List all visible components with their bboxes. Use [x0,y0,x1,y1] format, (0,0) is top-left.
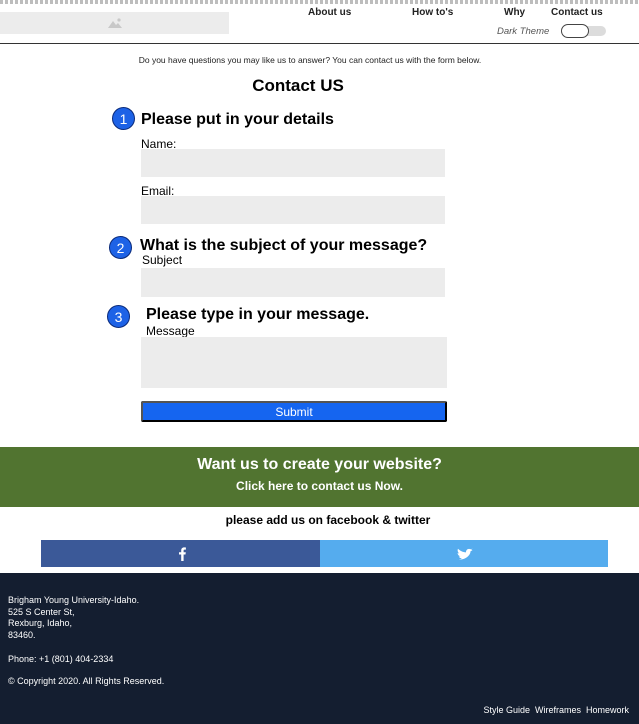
image-icon [107,18,122,28]
footer-address: Brigham Young University-Idaho. 525 S Ce… [8,595,139,641]
section-message-heading: Please type in your message. [146,306,370,323]
step-3-badge: 3 [107,305,130,328]
dark-theme-toggle[interactable] [561,24,606,38]
message-label: Message [146,324,195,338]
twitter-button[interactable] [320,540,608,567]
logo-placeholder[interactable] [0,12,229,34]
submit-button[interactable]: Submit [141,401,447,422]
footer-link-homework[interactable]: Homework [586,705,629,715]
address-line: 83460. [8,629,36,640]
email-input[interactable] [141,196,445,224]
cta-banner: Want us to create your website? Click he… [0,447,639,507]
nav-why[interactable]: Why [504,7,525,18]
cta-link[interactable]: Click here to contact us Now. [0,479,639,493]
site-footer: Brigham Young University-Idaho. 525 S Ce… [0,573,639,724]
nav-about-us[interactable]: About us [308,7,351,18]
social-text: please add us on facebook & twitter [225,513,431,527]
footer-phone: Phone: +1 (801) 404-2334 [8,654,114,664]
section-subject-heading: What is the subject of your message? [140,237,428,254]
message-textarea[interactable] [141,337,447,388]
subject-label: Subject [142,253,183,267]
footer-link-style-guide[interactable]: Style Guide [483,705,530,715]
step-2-badge: 2 [109,236,132,259]
name-input[interactable] [141,149,445,177]
footer-copyright: © Copyright 2020. All Rights Reserved. [8,676,165,686]
footer-links: Style Guide Wireframes Homework [483,705,629,715]
facebook-button[interactable] [41,540,320,567]
cta-heading: Want us to create your website? [197,456,442,473]
page-title: Contact US [252,76,344,95]
dark-theme-label: Dark Theme [497,26,550,37]
intro-text: Do you have questions you may like us to… [138,55,482,65]
address-line: Brigham Young University-Idaho. [8,595,140,605]
step-1-badge: 1 [112,107,135,130]
site-header: About us How to's Why Contact us Dark Th… [0,4,639,44]
address-line: Rexburg, Idaho, [8,618,73,628]
footer-link-wireframes[interactable]: Wireframes [535,705,581,715]
section-details-heading: Please put in your details [141,111,334,128]
address-line: 525 S Center St, [8,606,75,617]
nav-contact-us[interactable]: Contact us [551,7,603,18]
subject-input[interactable] [141,268,445,297]
facebook-icon [178,547,186,561]
nav-how-tos[interactable]: How to's [412,7,453,18]
toggle-knob [561,24,589,38]
twitter-icon [454,548,473,559]
